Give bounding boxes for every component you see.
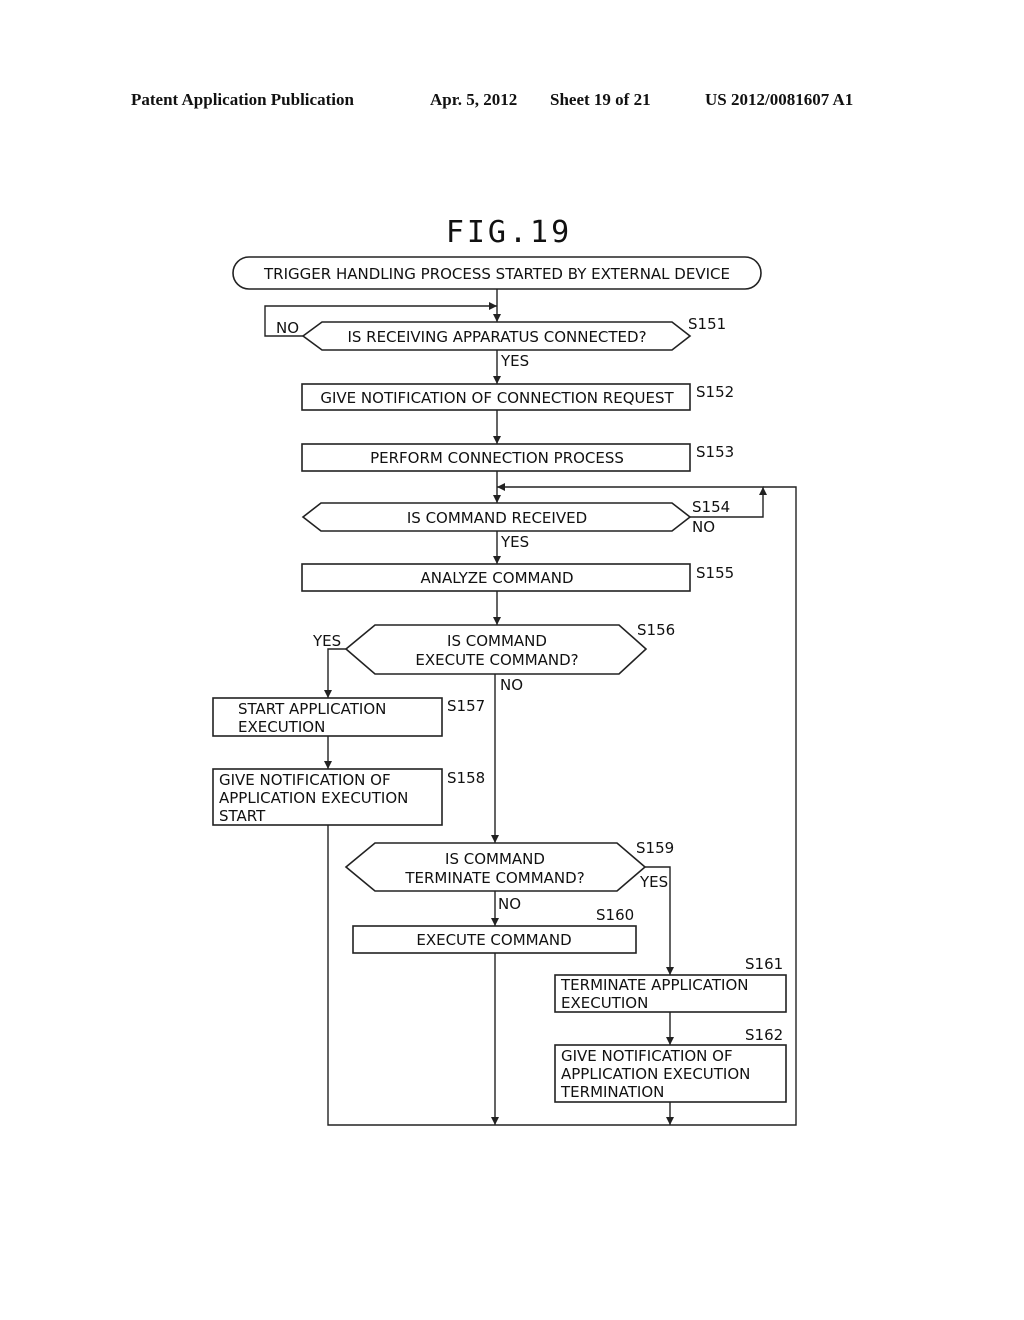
step-s153: PERFORM CONNECTION PROCESS S153 <box>301 443 734 472</box>
no-label: NO <box>498 895 521 913</box>
step-id: S156 <box>637 621 675 639</box>
arrowhead <box>493 556 501 564</box>
step-text-line1: GIVE NOTIFICATION OF <box>561 1047 733 1065</box>
step-s155: ANALYZE COMMAND S155 <box>301 563 734 592</box>
arrowhead <box>493 376 501 384</box>
step-s154: IS COMMAND RECEIVED S154 NO YES <box>301 498 730 551</box>
step-text: GIVE NOTIFICATION OF CONNECTION REQUEST <box>320 389 674 407</box>
step-id: S161 <box>745 955 783 973</box>
arrowhead <box>759 487 767 495</box>
step-text-line1: IS COMMAND <box>445 850 545 868</box>
step-text-line2: TERMINATE COMMAND? <box>404 869 584 887</box>
no-label: NO <box>500 676 523 694</box>
step-s156: IS COMMAND EXECUTE COMMAND? S156 YES NO <box>312 621 675 694</box>
arrowhead <box>493 495 501 503</box>
step-id: S153 <box>696 443 734 461</box>
step-s152: GIVE NOTIFICATION OF CONNECTION REQUEST … <box>301 383 734 411</box>
step-text: ANALYZE COMMAND <box>421 569 574 587</box>
step-s159: IS COMMAND TERMINATE COMMAND? S159 YES N… <box>344 839 674 913</box>
arrowhead <box>324 690 332 698</box>
step-id: S162 <box>745 1026 783 1044</box>
step-text-line2: EXECUTE COMMAND? <box>415 651 578 669</box>
step-s157: START APPLICATION EXECUTION S157 <box>212 697 485 737</box>
step-id: S155 <box>696 564 734 582</box>
step-s158: GIVE NOTIFICATION OF APPLICATION EXECUTI… <box>212 768 485 826</box>
arrowhead <box>666 1117 674 1125</box>
no-label: NO <box>692 518 715 536</box>
step-id: S157 <box>447 697 485 715</box>
step-id: S159 <box>636 839 674 857</box>
yes-label: YES <box>500 533 529 551</box>
step-text-line2: EXECUTION <box>561 994 648 1012</box>
step-id: S160 <box>596 906 634 924</box>
step-text-line3: TERMINATION <box>560 1083 664 1101</box>
step-text-line1: IS COMMAND <box>447 632 547 650</box>
step-text-line1: GIVE NOTIFICATION OF <box>219 771 391 789</box>
step-id: S154 <box>692 498 730 516</box>
no-label: NO <box>276 319 299 337</box>
arrowhead <box>491 835 499 843</box>
arrowhead <box>666 1037 674 1045</box>
yes-label: YES <box>312 632 341 650</box>
arrowhead <box>493 436 501 444</box>
step-text: IS RECEIVING APPARATUS CONNECTED? <box>347 328 646 346</box>
arrowhead <box>497 483 505 491</box>
step-s151: IS RECEIVING APPARATUS CONNECTED? S151 N… <box>276 315 726 370</box>
figure-title: FIG.19 <box>446 215 572 250</box>
step-text: PERFORM CONNECTION PROCESS <box>370 449 624 467</box>
arrowhead <box>493 314 501 322</box>
flowchart: FIG.19 TRIGGER HANDLING PROCESS STARTED … <box>212 215 797 1126</box>
arrowhead <box>666 967 674 975</box>
step-text-line3: START <box>219 807 266 825</box>
arrowhead <box>491 918 499 926</box>
yes-label: YES <box>500 352 529 370</box>
arrowhead <box>493 617 501 625</box>
step-id: S151 <box>688 315 726 333</box>
yes-label: YES <box>639 873 668 891</box>
step-id: S158 <box>447 769 485 787</box>
start-terminator: TRIGGER HANDLING PROCESS STARTED BY EXTE… <box>232 256 762 290</box>
arrowhead <box>324 761 332 769</box>
arrowhead <box>491 1117 499 1125</box>
step-text-line2: APPLICATION EXECUTION <box>561 1065 750 1083</box>
arrowhead <box>489 302 497 310</box>
step-text-line2: APPLICATION EXECUTION <box>219 789 408 807</box>
step-text-line2: EXECUTION <box>238 718 325 736</box>
step-text: IS COMMAND RECEIVED <box>407 509 587 527</box>
step-text: EXECUTE COMMAND <box>416 931 571 949</box>
start-text: TRIGGER HANDLING PROCESS STARTED BY EXTE… <box>263 265 730 283</box>
step-text-line1: TERMINATE APPLICATION <box>560 976 748 994</box>
step-id: S152 <box>696 383 734 401</box>
step-text-line1: START APPLICATION <box>238 700 386 718</box>
